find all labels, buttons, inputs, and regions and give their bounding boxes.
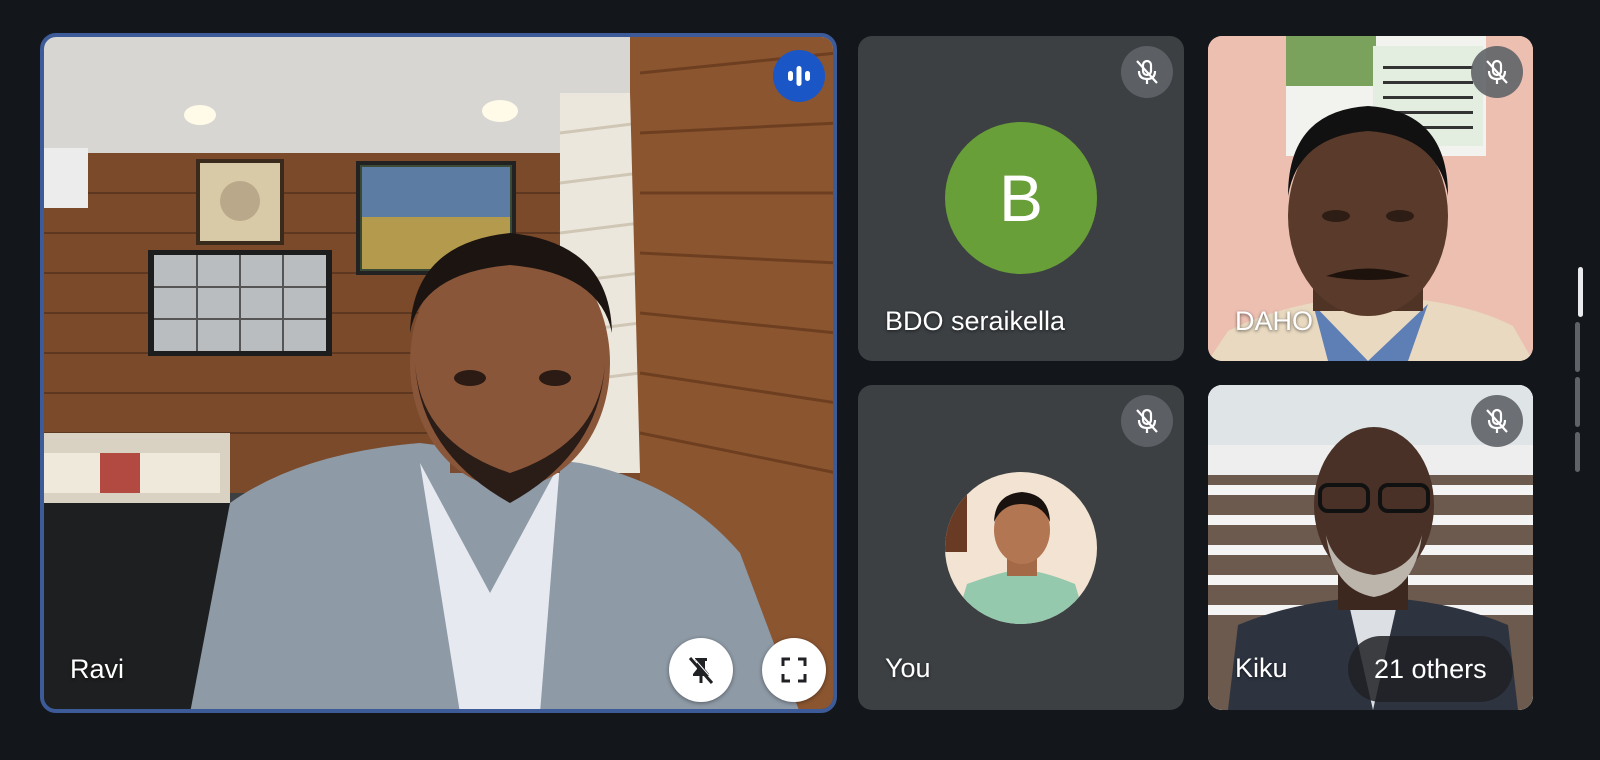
featured-video-feed	[44, 37, 833, 709]
mic-off-icon	[1136, 59, 1158, 84]
avatar: B	[945, 122, 1097, 274]
scrollbar-track-segment	[1575, 432, 1580, 472]
scrollbar-thumb[interactable]	[1578, 267, 1583, 317]
participant-name-bdo: BDO seraikella	[885, 306, 1066, 336]
fullscreen-button[interactable]	[762, 638, 826, 702]
scrollbar-track-segment	[1575, 377, 1580, 427]
avatar	[945, 472, 1097, 624]
muted-indicator	[1471, 395, 1523, 447]
fullscreen-icon	[781, 657, 807, 683]
muted-indicator	[1121, 46, 1173, 98]
mic-off-icon	[1136, 408, 1158, 433]
participant-name-daho: DAHO	[1235, 306, 1314, 336]
participant-name-kiku: Kiku	[1235, 653, 1288, 683]
mic-off-icon	[1486, 59, 1508, 84]
others-count-button[interactable]: 21 others	[1348, 636, 1513, 702]
participant-tile-kiku[interactable]: Kiku 21 others	[1208, 385, 1533, 710]
speaking-indicator	[773, 50, 825, 102]
muted-indicator	[1471, 46, 1523, 98]
audio-level-icon	[788, 66, 810, 86]
participant-name-ravi: Ravi	[70, 654, 125, 684]
participant-tile-daho[interactable]: DAHO	[1208, 36, 1533, 361]
participant-tile-bdo-seraikella[interactable]: B BDO seraikella	[858, 36, 1184, 361]
scrollbar-track-segment	[1575, 322, 1580, 372]
participant-tile-you[interactable]: You	[858, 385, 1184, 710]
featured-video-tile[interactable]: Ravi	[40, 33, 837, 713]
mic-off-icon	[1486, 408, 1508, 433]
unpin-icon	[688, 655, 715, 684]
muted-indicator	[1121, 395, 1173, 447]
unpin-button[interactable]	[669, 638, 733, 702]
participant-name-you: You	[885, 653, 931, 683]
